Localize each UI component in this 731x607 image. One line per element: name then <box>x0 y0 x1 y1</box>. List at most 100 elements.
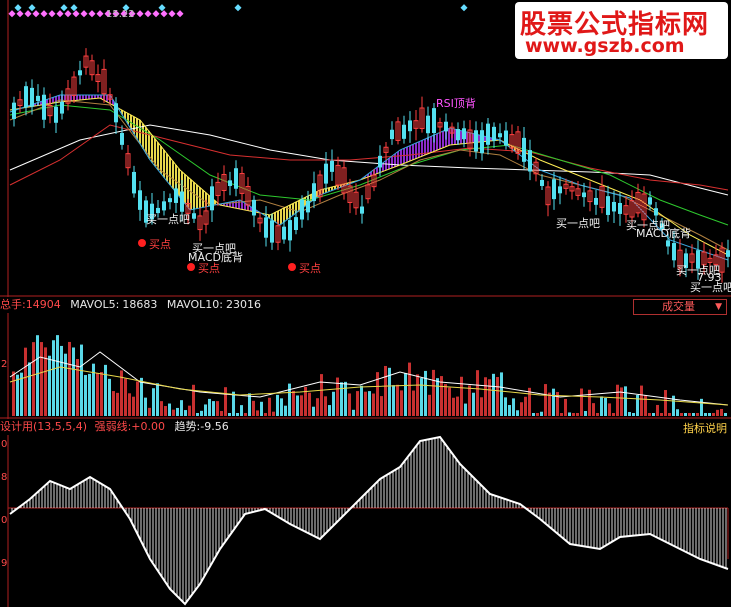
signal-diamond-marker <box>56 10 64 18</box>
signal-diamond-marker <box>80 10 88 18</box>
volume-bar <box>540 411 543 416</box>
buy-point-label: 买点 <box>198 262 220 275</box>
signal-diamond-marker <box>136 10 144 18</box>
volume-bar <box>76 359 79 416</box>
volume-bar <box>136 381 139 416</box>
candle-body-down <box>486 123 490 145</box>
indicator-axis-tick: 8 <box>1 472 8 483</box>
volume-bar <box>504 397 507 416</box>
signal-diamond-marker <box>144 10 152 18</box>
volume-bar <box>16 374 19 416</box>
volume-bar <box>536 413 539 416</box>
volume-bar <box>544 384 547 416</box>
volume-bar <box>296 395 299 416</box>
volume-bar <box>652 413 655 416</box>
candle-body-down <box>288 220 292 241</box>
volume-bar <box>340 382 343 416</box>
low-price-label: 7.93 <box>697 271 722 284</box>
volume-bar <box>280 398 283 416</box>
indicator-selector-dropdown[interactable]: 成交量 ▼ <box>633 299 727 315</box>
volume-bar <box>696 413 699 416</box>
signal-diamond-marker <box>152 10 160 18</box>
volume-bar <box>308 392 311 416</box>
volume-bar <box>516 410 519 416</box>
candle-body-down <box>270 220 274 243</box>
volume-chart[interactable] <box>0 297 731 419</box>
volume-bar <box>156 383 159 416</box>
chevron-down-icon[interactable]: ▼ <box>715 300 722 314</box>
volume-bar <box>52 340 55 416</box>
indicator-chart[interactable] <box>0 419 731 607</box>
volume-bar <box>372 393 375 416</box>
volume-bar <box>236 413 239 416</box>
candle-body-down <box>552 179 556 200</box>
volume-bar <box>108 378 111 416</box>
signal-diamond-marker <box>176 10 184 18</box>
buy-point-marker <box>138 239 146 247</box>
volume-header: 总手:14904 MAVOL5: 18683 MAVOL10: 23016 <box>0 297 731 313</box>
volume-bar <box>84 375 87 416</box>
volume-bar <box>368 391 371 416</box>
signal-diamond-marker <box>14 4 22 12</box>
volume-bar <box>292 390 295 416</box>
volume-bar <box>160 401 163 416</box>
volume-bar <box>420 378 423 416</box>
candle-body-down <box>264 217 268 238</box>
volume-bar <box>644 395 647 416</box>
candle-body-down <box>210 186 214 211</box>
signal-diamond-marker <box>96 10 104 18</box>
volume-bar <box>564 398 567 416</box>
signal-diamond-marker <box>72 10 80 18</box>
signal-diamond-marker <box>48 10 56 18</box>
volume-bar <box>192 384 195 416</box>
candle-body-down <box>306 200 310 213</box>
candle-body-down <box>360 206 364 214</box>
candle-body-down <box>60 101 64 114</box>
candle-body-down <box>36 95 40 101</box>
candle-body-down <box>78 70 82 76</box>
volume-bar <box>216 401 219 416</box>
candle-body-down <box>228 180 232 187</box>
signal-diamond-marker <box>64 10 72 18</box>
candle-body-down <box>282 226 286 240</box>
volume-bar <box>68 341 71 416</box>
logo-url: www.gszb.com <box>525 35 685 57</box>
indicator-panel[interactable]: 设计用(13,5,5,4) 强弱线:+0.00 趋势:-9.56 指标说明 0 … <box>0 419 731 607</box>
trend-label: 趋势:-9.56 <box>175 420 229 433</box>
volume-bar <box>560 413 563 416</box>
mavol10-label: MAVOL10: 23016 <box>167 298 261 311</box>
volume-bar <box>592 403 595 416</box>
volume-bar <box>588 389 591 416</box>
volume-bar <box>444 384 447 416</box>
volume-bar <box>464 403 467 416</box>
volume-bar <box>660 413 663 416</box>
macd-divergence-label: MACD底背 <box>636 227 691 240</box>
volume-bar <box>172 409 175 416</box>
candle-body-down <box>330 160 334 172</box>
volume-bar <box>692 413 695 416</box>
volume-bar <box>680 413 683 416</box>
indicator-help-button[interactable]: 指标说明 <box>683 420 727 436</box>
candle-body-down <box>192 213 196 219</box>
strength-line-label: 强弱线:+0.00 <box>95 420 165 433</box>
signal-diamond-marker <box>40 10 48 18</box>
candle-body-down <box>54 106 58 123</box>
volume-bar <box>144 397 147 416</box>
candle-body-down <box>618 202 622 214</box>
volume-bar <box>640 385 643 416</box>
candle-body-down <box>378 155 382 168</box>
volume-bar <box>624 386 627 416</box>
volume-bar <box>80 344 83 416</box>
volume-bar <box>148 407 151 416</box>
volume-bar <box>352 409 355 416</box>
watermark-logo: 股票公式指标网 www.gszb.com <box>515 2 728 59</box>
volume-bar <box>716 409 719 416</box>
volume-bar <box>636 395 639 416</box>
price-chart-panel[interactable]: 15.22 股票公式指标网 www.gszb.com RSI顶背 买一点吧 买一… <box>0 0 731 297</box>
volume-bar <box>268 397 271 416</box>
candle-body-down <box>168 198 172 203</box>
candle-body-down <box>606 196 610 215</box>
volume-bar <box>632 413 635 416</box>
volume-panel[interactable]: 总手:14904 MAVOL5: 18683 MAVOL10: 23016 成交量 … <box>0 297 731 419</box>
volume-bar <box>548 392 551 416</box>
